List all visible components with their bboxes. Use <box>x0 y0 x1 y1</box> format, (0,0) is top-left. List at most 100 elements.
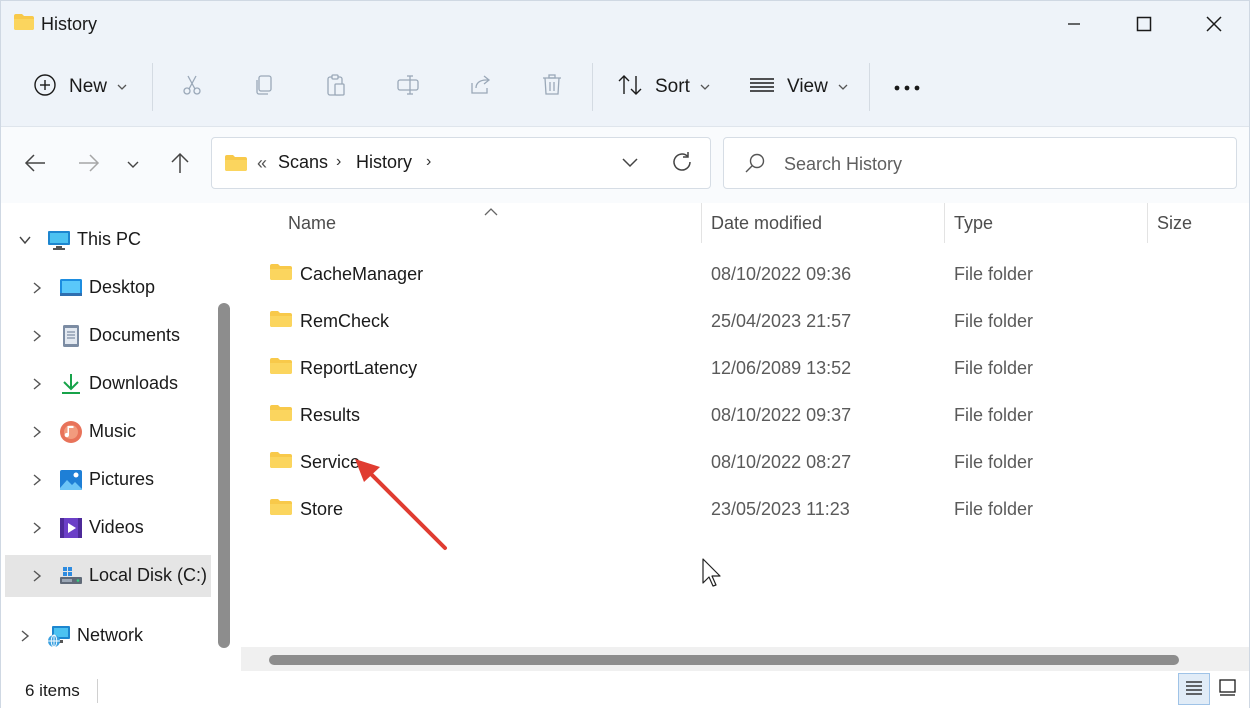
chevron-right-icon[interactable] <box>29 376 45 392</box>
chevron-right-icon[interactable] <box>29 328 45 344</box>
file-date-modified: 08/10/2022 09:36 <box>711 264 852 284</box>
file-row[interactable]: Results 08/10/2022 09:37 File folder <box>261 392 1241 438</box>
file-date-modified: 23/05/2023 11:23 <box>711 499 850 519</box>
refresh-icon[interactable] <box>670 150 694 179</box>
sort-ascending-icon <box>484 203 498 221</box>
file-row[interactable]: Store 23/05/2023 11:23 File folder <box>261 486 1241 532</box>
drive-icon <box>59 564 83 588</box>
sort-button[interactable]: Sort <box>617 67 710 107</box>
file-name[interactable]: Results <box>300 405 360 426</box>
forward-button[interactable] <box>69 145 109 185</box>
tiles-view-button[interactable] <box>1211 673 1243 705</box>
monitor-icon <box>47 228 71 252</box>
recent-locations-button[interactable] <box>113 145 153 185</box>
sidebar-item-label: This PC <box>77 229 142 249</box>
sidebar-item-downloads[interactable]: Downloads <box>5 363 211 405</box>
horizontal-scrollbar[interactable] <box>241 647 1249 671</box>
documents-icon <box>59 324 83 348</box>
cut-button[interactable] <box>172 67 212 107</box>
file-row[interactable]: CacheManager 08/10/2022 09:36 File folder <box>261 251 1241 297</box>
sidebar-item-this-pc[interactable]: This PC <box>5 219 211 261</box>
file-type: File folder <box>954 264 1034 284</box>
file-row[interactable]: ReportLatency 12/06/2089 13:52 File folder <box>261 345 1241 391</box>
navigation-bar: « Scans › History › Search History <box>1 127 1249 203</box>
paste-button[interactable] <box>316 67 356 107</box>
minimize-button[interactable] <box>1039 1 1109 47</box>
column-divider[interactable] <box>701 203 702 243</box>
copy-button[interactable] <box>244 67 284 107</box>
chevron-right-icon[interactable] <box>29 280 45 296</box>
column-header-name[interactable]: Name <box>288 213 336 234</box>
navigation-pane: This PC Desktop Documents Downloads Musi… <box>1 203 239 668</box>
file-date-modified: 12/06/2089 13:52 <box>711 358 852 378</box>
chevron-right-icon[interactable] <box>29 472 45 488</box>
file-row[interactable]: Service 08/10/2022 08:27 File folder <box>261 439 1241 485</box>
sidebar-item-documents[interactable]: Documents <box>5 315 211 357</box>
breadcrumb-overflow[interactable]: « <box>257 153 267 174</box>
folder-icon <box>269 310 293 333</box>
navigation-pane-scrollbar[interactable] <box>218 303 230 648</box>
scissors-icon <box>180 73 204 102</box>
column-divider[interactable] <box>1147 203 1148 243</box>
title-bar: History <box>1 1 1249 47</box>
horizontal-scrollbar-thumb[interactable] <box>269 655 1179 665</box>
address-history-dropdown[interactable] <box>620 152 640 177</box>
folder-icon <box>269 404 293 427</box>
sort-label: Sort <box>655 76 690 97</box>
chevron-down-icon <box>838 78 848 96</box>
chevron-right-icon[interactable] <box>29 520 45 536</box>
details-view-button[interactable] <box>1178 673 1210 705</box>
maximize-button[interactable] <box>1109 1 1179 47</box>
sidebar-item-local-disk[interactable]: Local Disk (C:) <box>5 555 211 597</box>
breadcrumb-separator[interactable]: › <box>336 153 341 171</box>
column-header-date-modified[interactable]: Date modified <box>711 213 822 234</box>
tiles-view-icon <box>1217 678 1237 701</box>
new-button[interactable]: New <box>33 67 127 107</box>
ellipsis-icon <box>894 78 920 96</box>
chevron-down-icon <box>127 156 139 174</box>
file-name[interactable]: ReportLatency <box>300 358 417 379</box>
rename-button[interactable] <box>388 67 428 107</box>
chevron-right-icon[interactable] <box>29 424 45 440</box>
sidebar-item-videos[interactable]: Videos <box>5 507 211 549</box>
search-input[interactable]: Search History <box>784 154 902 175</box>
share-button[interactable] <box>460 67 500 107</box>
sidebar-item-music[interactable]: Music <box>5 411 211 453</box>
file-name[interactable]: RemCheck <box>300 311 389 332</box>
file-name[interactable]: Store <box>300 499 343 520</box>
more-options-button[interactable] <box>887 67 927 107</box>
status-divider <box>97 679 98 703</box>
pictures-icon <box>59 468 83 492</box>
file-name[interactable]: CacheManager <box>300 264 423 285</box>
file-date-modified: 08/10/2022 09:37 <box>711 405 852 425</box>
file-type: File folder <box>954 358 1034 378</box>
up-button[interactable] <box>160 145 200 185</box>
column-header-size[interactable]: Size <box>1157 213 1192 234</box>
file-row[interactable]: RemCheck 25/04/2023 21:57 File folder <box>261 298 1241 344</box>
window-title: History <box>41 14 98 34</box>
search-box[interactable]: Search History <box>723 137 1237 189</box>
chevron-right-icon[interactable] <box>17 628 33 644</box>
delete-button[interactable] <box>532 67 572 107</box>
breadcrumb-history[interactable]: History <box>356 152 412 173</box>
column-divider[interactable] <box>944 203 945 243</box>
copy-icon <box>252 73 276 102</box>
file-type: File folder <box>954 452 1034 472</box>
breadcrumb-scans[interactable]: Scans <box>278 152 328 173</box>
column-header-type[interactable]: Type <box>954 213 993 234</box>
close-button[interactable] <box>1179 1 1249 47</box>
chevron-down-icon[interactable] <box>17 232 33 248</box>
sidebar-item-label: Desktop <box>89 277 156 297</box>
toolbar-divider <box>592 63 593 111</box>
chevron-right-icon[interactable] <box>29 568 45 584</box>
address-bar[interactable]: « Scans › History › <box>211 137 711 189</box>
view-button[interactable]: View <box>749 67 848 107</box>
file-name[interactable]: Service <box>300 452 360 473</box>
breadcrumb-separator[interactable]: › <box>426 153 431 171</box>
sidebar-item-network[interactable]: Network <box>5 615 211 657</box>
sidebar-item-label: Local Disk (C:) <box>89 565 208 585</box>
sidebar-item-desktop[interactable]: Desktop <box>5 267 211 309</box>
music-icon <box>59 420 83 444</box>
back-button[interactable] <box>15 145 55 185</box>
sidebar-item-pictures[interactable]: Pictures <box>5 459 211 501</box>
